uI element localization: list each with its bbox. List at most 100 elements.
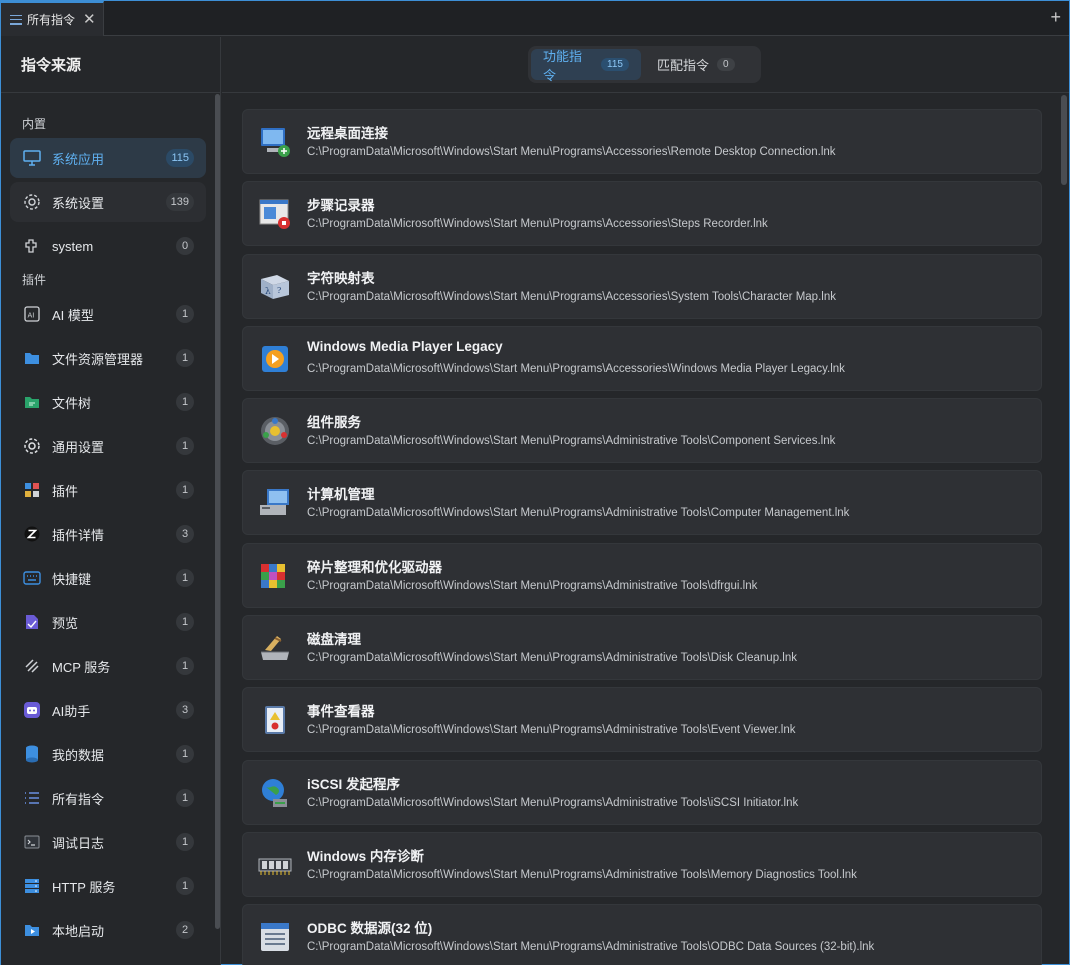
command-path: C:\ProgramData\Microsoft\Windows\Start M…	[307, 941, 875, 954]
command-item[interactable]: ODBC 数据源(32 位) C:\ProgramData\Microsoft\…	[242, 904, 1042, 965]
command-title: iSCSI 发起程序	[307, 776, 401, 792]
iscsi-icon	[257, 775, 293, 811]
svg-text:λ: λ	[265, 287, 271, 297]
command-list: 远程桌面连接 C:\ProgramData\Microsoft\Windows\…	[242, 109, 1042, 965]
sidebar-item-system-settings[interactable]: 系统设置 139	[10, 182, 206, 222]
sidebar-item-file-tree[interactable]: 文件树 1	[10, 382, 206, 422]
count-badge: 1	[176, 657, 194, 675]
server-icon	[22, 876, 42, 896]
command-item[interactable]: 事件查看器 C:\ProgramData\Microsoft\Windows\S…	[242, 687, 1042, 753]
preview-icon	[22, 612, 42, 632]
launch-folder-icon	[22, 920, 42, 940]
tab-match-commands[interactable]: 匹配指令 0	[645, 49, 747, 80]
event-viewer-icon	[257, 702, 293, 738]
main-panel: 功能指令 115 匹配指令 0 远程桌面连接 C:\ProgramData\Mi…	[222, 37, 1069, 965]
command-item[interactable]: 磁盘清理 C:\ProgramData\Microsoft\Windows\St…	[242, 615, 1042, 681]
command-title: ODBC 数据源(32 位)	[307, 921, 433, 937]
sidebar-item-file-explorer[interactable]: 文件资源管理器 1	[10, 338, 206, 378]
ai-model-icon: AI	[22, 304, 42, 324]
command-item[interactable]: iSCSI 发起程序 C:\ProgramData\Microsoft\Wind…	[242, 759, 1042, 825]
sidebar-item-label: 所有指令	[52, 791, 105, 807]
command-item[interactable]: 远程桌面连接 C:\ProgramData\Microsoft\Windows\…	[242, 109, 1042, 174]
command-title: Windows 内存诊断	[307, 848, 424, 864]
main-scrollbar[interactable]	[1061, 95, 1067, 185]
command-path: C:\ProgramData\Microsoft\Windows\Start M…	[307, 868, 857, 881]
sidebar-item-plugins[interactable]: 插件 1	[10, 470, 206, 510]
command-path: C:\ProgramData\Microsoft\Windows\Start M…	[307, 218, 768, 231]
tab-all-commands[interactable]: 所有指令 ✕	[1, 1, 104, 36]
tab-bar: 所有指令 ✕ +	[1, 1, 1069, 36]
sidebar-item-label: 插件详情	[52, 527, 105, 543]
sidebar-item-debug-log[interactable]: 调试日志 1	[10, 822, 206, 862]
puzzle-icon	[22, 480, 42, 500]
sidebar-item-label: 调试日志	[52, 835, 105, 851]
sidebar-item-label: 系统设置	[52, 195, 105, 211]
sidebar-item-mcp-service[interactable]: MCP 服务 1	[10, 646, 206, 686]
command-title: 步骤记录器	[307, 198, 375, 214]
segment-label: 匹配指令	[657, 58, 710, 73]
count-badge: 0	[176, 237, 194, 255]
sidebar-item-http-service[interactable]: HTTP 服务 1	[10, 866, 206, 906]
sidebar-item-general-settings[interactable]: 通用设置 1	[10, 426, 206, 466]
steps-recorder-icon	[257, 196, 293, 232]
sidebar-item-label: MCP 服务	[52, 659, 111, 675]
remote-desktop-icon	[257, 124, 293, 160]
sidebar-item-all-commands[interactable]: 所有指令 1	[10, 778, 206, 818]
close-icon[interactable]: ✕	[83, 12, 96, 27]
segment-count: 115	[601, 58, 629, 71]
sidebar-item-system-apps[interactable]: 系统应用 115	[10, 138, 206, 178]
count-badge: 1	[176, 877, 194, 895]
count-badge: 1	[176, 613, 194, 631]
sidebar-item-label: 插件	[52, 483, 79, 499]
sidebar-item-my-data[interactable]: 我的数据 1	[10, 734, 206, 774]
memory-diagnostics-icon	[257, 847, 293, 883]
mcp-icon	[22, 656, 42, 676]
count-badge: 1	[176, 833, 194, 851]
count-badge: 2	[176, 921, 194, 939]
sidebar-item-label: 快捷键	[52, 571, 92, 587]
command-title: 事件查看器	[307, 704, 375, 720]
count-badge: 1	[176, 393, 194, 411]
terminal-icon	[22, 832, 42, 852]
database-icon	[22, 744, 42, 764]
tab-functional-commands[interactable]: 功能指令 115	[531, 49, 641, 83]
command-item[interactable]: 计算机管理 C:\ProgramData\Microsoft\Windows\S…	[242, 470, 1042, 536]
sidebar-item-label: 预览	[52, 615, 79, 631]
command-item[interactable]: Windows Media Player Legacy C:\ProgramDa…	[242, 325, 1042, 391]
keyboard-icon	[22, 568, 42, 588]
sidebar-scrollbar[interactable]	[215, 94, 220, 929]
add-tab-icon[interactable]: +	[1050, 8, 1061, 26]
command-item[interactable]: 碎片整理和优化驱动器 C:\ProgramData\Microsoft\Wind…	[242, 542, 1042, 608]
odbc-icon	[257, 919, 293, 955]
tab-title: 所有指令	[27, 13, 76, 27]
sidebar-item-ai-assistant[interactable]: AI助手 3	[10, 690, 206, 730]
sidebar-item-ai-model[interactable]: AI AI 模型 1	[10, 294, 206, 334]
count-badge: 1	[176, 305, 194, 323]
command-item[interactable]: λ? 字符映射表 C:\ProgramData\Microsoft\Window…	[242, 253, 1042, 319]
command-path: C:\ProgramData\Microsoft\Windows\Start M…	[307, 652, 797, 665]
count-badge: 1	[176, 789, 194, 807]
sidebar-item-label: 本地启动	[52, 923, 105, 939]
sidebar-item-preview[interactable]: 预览 1	[10, 602, 206, 642]
main-header: 功能指令 115 匹配指令 0	[222, 37, 1069, 93]
plugin-icon	[22, 236, 42, 256]
count-badge: 1	[176, 481, 194, 499]
command-path: C:\ProgramData\Microsoft\Windows\Start M…	[307, 146, 836, 158]
monitor-icon	[22, 148, 42, 168]
command-title: 磁盘清理	[307, 632, 361, 648]
command-title: 远程桌面连接	[307, 126, 388, 141]
sidebar-item-system[interactable]: system 0	[10, 226, 206, 266]
sidebar-item-label: AI助手	[52, 703, 91, 719]
sidebar-item-plugin-details[interactable]: 插件详情 3	[10, 514, 206, 554]
robot-icon	[22, 700, 42, 720]
count-badge: 1	[176, 437, 194, 455]
command-item[interactable]: Windows 内存诊断 C:\ProgramData\Microsoft\Wi…	[242, 831, 1042, 897]
sidebar-item-shortcuts[interactable]: 快捷键 1	[10, 558, 206, 598]
svg-text:AI: AI	[28, 312, 35, 320]
sidebar-title: 指令来源	[1, 37, 220, 93]
count-badge: 3	[176, 525, 194, 543]
command-item[interactable]: 步骤记录器 C:\ProgramData\Microsoft\Windows\S…	[242, 181, 1042, 247]
sidebar-item-label: 我的数据	[52, 747, 105, 763]
command-item[interactable]: 组件服务 C:\ProgramData\Microsoft\Windows\St…	[242, 398, 1042, 464]
sidebar-item-local-launch[interactable]: 本地启动 2	[10, 910, 206, 950]
